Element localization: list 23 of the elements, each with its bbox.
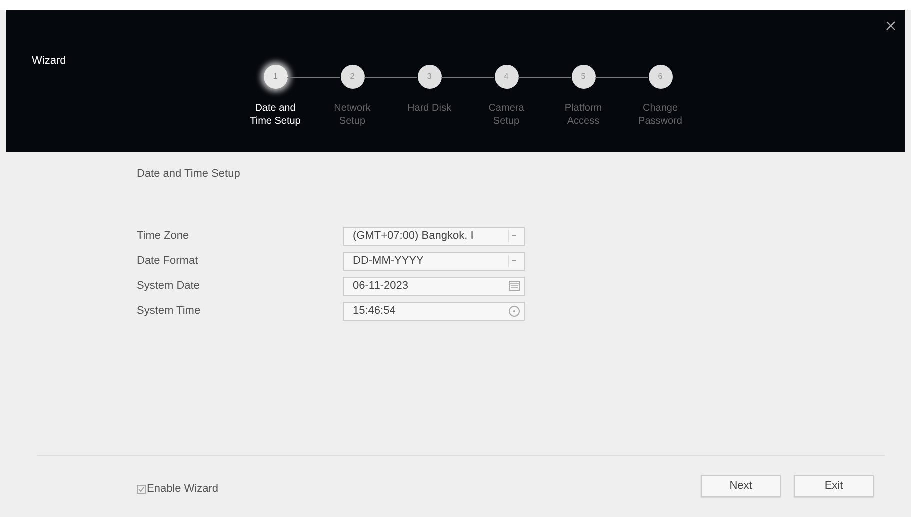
calendar-icon bbox=[509, 281, 520, 291]
input-field[interactable]: 15:46:54 bbox=[343, 302, 525, 320]
step-label: Platform Access bbox=[564, 102, 604, 128]
field-label: System Time bbox=[137, 304, 202, 319]
input-field[interactable]: 06-11-2023 bbox=[343, 276, 525, 296]
section-title: Date and Time Setup bbox=[137, 167, 242, 182]
step-label: Hard Disk bbox=[406, 102, 452, 115]
window-title: Wizard bbox=[32, 54, 66, 69]
enable-wizard-checkbox[interactable] bbox=[137, 484, 146, 494]
step-label: Network Setup bbox=[333, 102, 372, 128]
close-icon bbox=[886, 21, 896, 31]
wizard-button[interactable]: Exit bbox=[794, 475, 874, 497]
clock-icon bbox=[509, 306, 520, 316]
dropdown-field[interactable]: (GMT+07:00) Bangkok, I bbox=[343, 226, 525, 246]
enable-wizard-label: Enable Wizard bbox=[147, 482, 219, 497]
field-label: Date Format bbox=[137, 254, 200, 269]
field-label: System Date bbox=[137, 278, 201, 294]
dropdown-field[interactable]: DD-MM-YYYY bbox=[343, 252, 525, 270]
step-label: Change Password bbox=[638, 102, 684, 128]
wizard-button[interactable]: Next bbox=[701, 475, 781, 497]
field-label: Time Zone bbox=[137, 228, 190, 244]
step-label: Date and Time Setup bbox=[249, 102, 302, 128]
step-label: Camera Setup bbox=[488, 102, 526, 128]
